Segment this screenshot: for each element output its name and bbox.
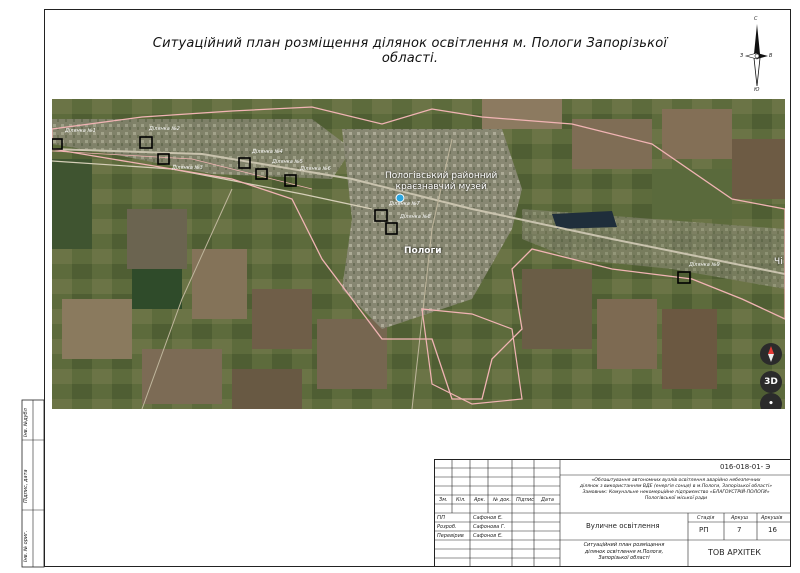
- plot-label-4: Ділянка №4: [252, 149, 283, 155]
- col-header-sign: Підпис: [516, 497, 534, 503]
- col-header-zm: Зм.: [439, 497, 448, 503]
- sheets-label: Аркушів: [761, 515, 783, 521]
- side-label-sign: Підпис, дата: [23, 469, 29, 503]
- role-checker: Перевірив: [437, 533, 464, 539]
- compass-control-button[interactable]: [760, 343, 782, 365]
- plot-label-5: Ділянка №5: [272, 159, 303, 165]
- plot-label-6: Ділянка №6: [300, 166, 331, 172]
- project-name-line4: Пологівської міської ради: [644, 496, 708, 501]
- compass-west: З: [740, 53, 744, 59]
- museum-label-line2: краєзнавчий музей: [395, 182, 487, 192]
- stage-value: РП: [699, 526, 709, 534]
- side-label-dup: Інв. №дубл: [23, 408, 29, 437]
- doc-code: 016-018-01- Э: [720, 463, 771, 471]
- company-name: ТОВ АРХІТЕК: [708, 548, 761, 557]
- page-title: Ситуаційний план розміщення ділянок осві…: [152, 36, 668, 66]
- name-checker: Сафонов Є.: [473, 533, 503, 539]
- plot-label-9: Ділянка №9: [689, 262, 720, 268]
- role-developer: Розроб.: [437, 524, 457, 530]
- side-label-orig: Інв. № ориг.: [23, 530, 29, 562]
- plot-label-8: Ділянка №8: [400, 214, 431, 220]
- project-name: «Облаштування автономних вузлів освітлен…: [566, 478, 786, 502]
- plot-label-1: Ділянка №1: [65, 128, 96, 134]
- section-name: Вуличне освітлення: [586, 522, 660, 530]
- 3d-button[interactable]: 3D: [760, 371, 782, 393]
- stage-label: Стадія: [697, 515, 715, 521]
- compass-south: Ю: [754, 87, 760, 93]
- drawing-title-line3: Запорізької області: [598, 555, 650, 561]
- museum-label: Пологівський районний краєзнавчий музей: [385, 171, 497, 193]
- drawing-title: Ситуаційний план розміщення ділянок осві…: [564, 542, 684, 562]
- name-gip: Сафонов Є.: [473, 515, 503, 521]
- edge-town-label: Чі: [774, 257, 783, 267]
- compass-north: С: [754, 16, 758, 22]
- satellite-map[interactable]: Ділянка №1 Ділянка №2 Ділянка №3 Ділянка…: [52, 99, 785, 409]
- col-header-doc: № док.: [493, 497, 511, 503]
- sheet-label: Аркуш: [731, 515, 749, 521]
- plot-label-3: Ділянка №3: [172, 165, 203, 171]
- museum-label-line1: Пологівський районний: [385, 171, 498, 181]
- compass-control-icon: [768, 346, 774, 362]
- name-developer: Сафонова Г.: [473, 524, 506, 530]
- plot-label-2: Ділянка №2: [149, 126, 180, 132]
- compass-east: В: [769, 53, 773, 59]
- compass-rose-icon: [744, 24, 768, 87]
- sheet-value: 7: [737, 526, 742, 534]
- col-header-ark: Арк.: [474, 497, 486, 503]
- plot-label-7: Ділянка №7: [389, 201, 420, 207]
- sheets-value: 16: [768, 526, 777, 534]
- title-block: 016-018-01- Э «Облаштування автономних в…: [434, 459, 791, 567]
- role-gip: ГІП: [437, 515, 446, 521]
- col-header-kil: Кіл.: [456, 497, 466, 503]
- layers-button[interactable]: •: [760, 393, 782, 409]
- city-label: Пологи: [404, 246, 442, 256]
- col-header-date: Дата: [541, 497, 554, 503]
- compass-rose: С Ю З В: [740, 16, 773, 94]
